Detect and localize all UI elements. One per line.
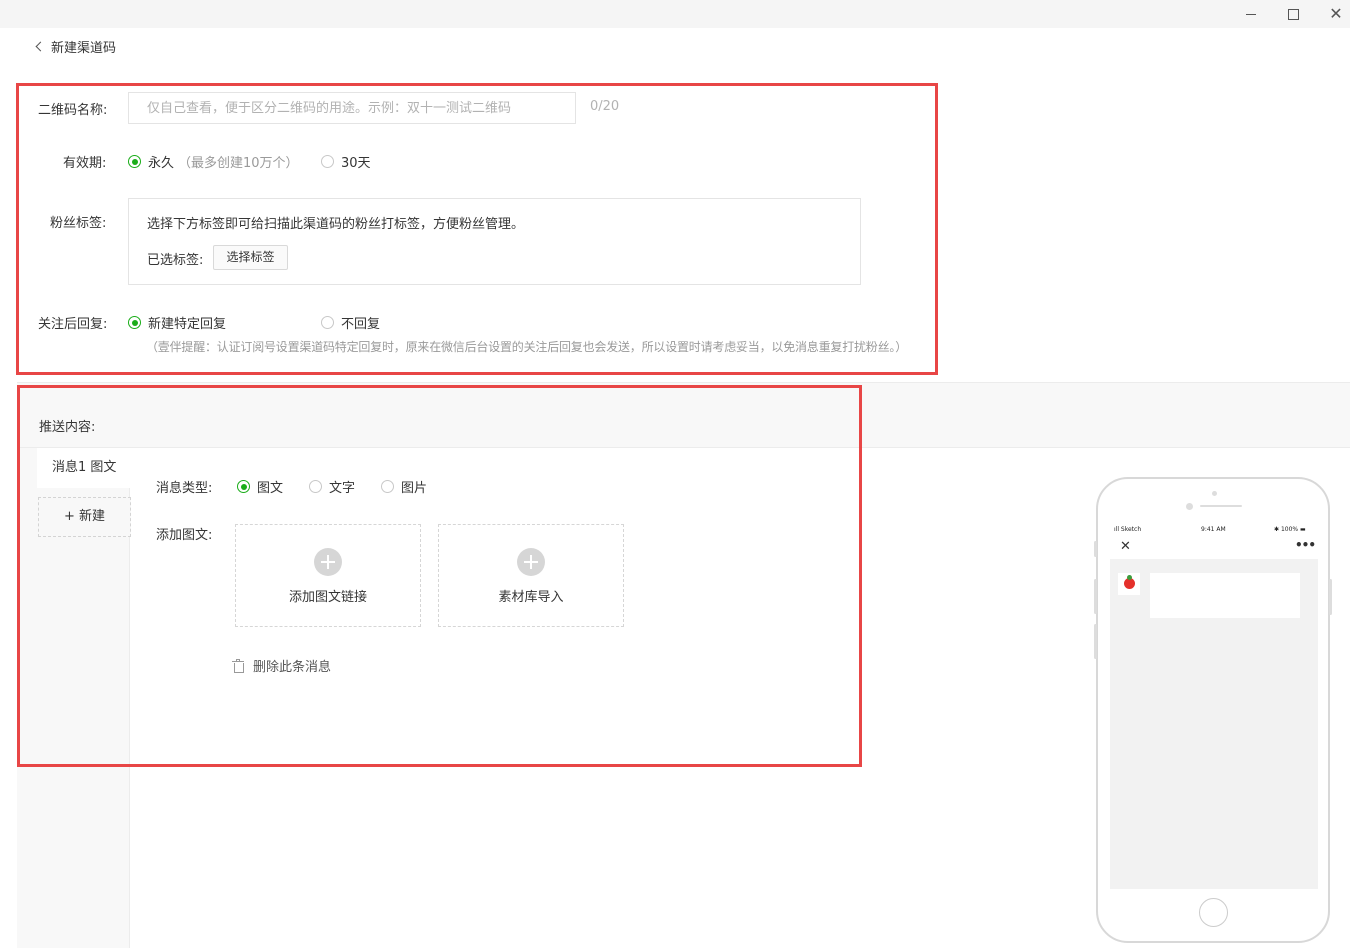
highlight-box-push xyxy=(17,385,862,767)
phone-camera xyxy=(1212,491,1217,496)
close-icon: ✕ xyxy=(1120,539,1131,554)
home-button xyxy=(1199,898,1228,927)
phone-side-button xyxy=(1329,579,1332,615)
phone-side-button xyxy=(1094,541,1097,557)
more-icon: ••• xyxy=(1295,538,1316,552)
phone-side-button xyxy=(1094,624,1097,659)
minimize-button[interactable] xyxy=(1241,4,1261,24)
phone-side-button xyxy=(1094,579,1097,614)
phone-speaker xyxy=(1200,505,1242,507)
message-bubble xyxy=(1150,573,1300,618)
page-title: 新建渠道码 xyxy=(51,40,117,56)
phone-sensor xyxy=(1186,503,1193,510)
close-button[interactable]: ✕ xyxy=(1326,4,1346,24)
carrier-label: ıll Sketch xyxy=(1114,526,1142,533)
window-titlebar: ✕ xyxy=(0,0,1350,28)
phone-preview: ıll Sketch 9:41 AM ✱ 100% ▬ ✕ ••• xyxy=(1094,477,1332,943)
avatar-icon xyxy=(1118,573,1140,595)
back-link[interactable]: 新建渠道码 xyxy=(34,37,117,56)
chevron-left-icon xyxy=(35,41,46,51)
phone-navbar: ✕ ••• xyxy=(1110,537,1318,559)
phone-statusbar: ıll Sketch 9:41 AM ✱ 100% ▬ xyxy=(1110,521,1318,537)
battery-label: ✱ 100% ▬ xyxy=(1274,526,1306,533)
highlight-box-settings xyxy=(16,83,938,375)
maximize-button[interactable] xyxy=(1283,4,1303,24)
time-label: 9:41 AM xyxy=(1201,526,1226,533)
phone-screen: ıll Sketch 9:41 AM ✱ 100% ▬ ✕ ••• xyxy=(1110,521,1318,889)
